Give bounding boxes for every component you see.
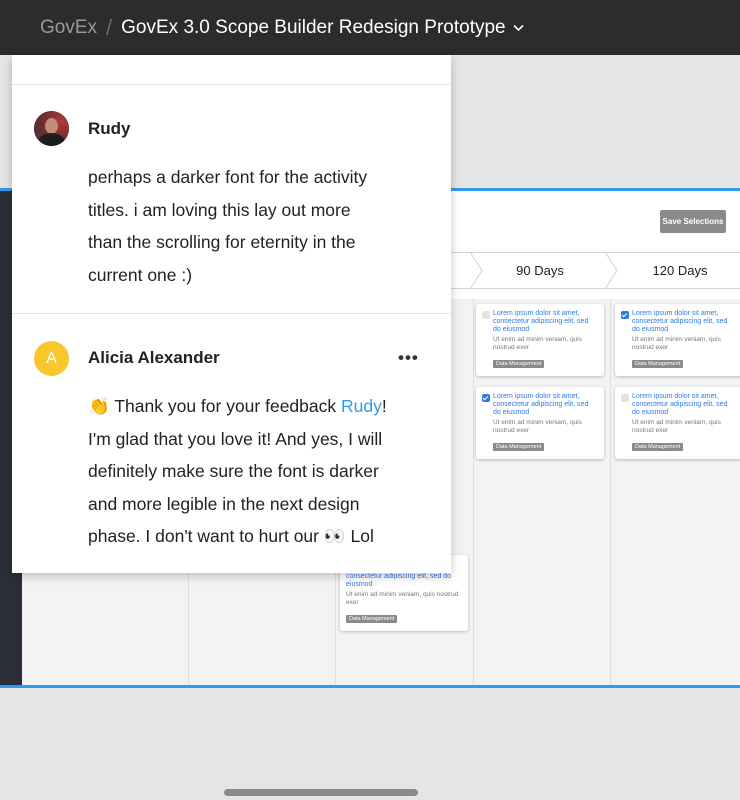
comment-text: 👏 Thank you for your feedback Rudy! I'm … xyxy=(88,396,387,546)
breadcrumb-team[interactable]: GovEx xyxy=(40,17,97,39)
comment-author: Rudy xyxy=(88,119,131,138)
card-tag: Data Management xyxy=(493,443,545,451)
card-tag: Data Management xyxy=(493,360,545,368)
card-tag: Data Management xyxy=(632,360,684,368)
activity-card[interactable]: Lorem ipsum dolor sit amet, consectetur … xyxy=(615,304,740,376)
card-title: Lorem ipsum dolor sit amet, consectetur … xyxy=(632,393,728,416)
card-checkbox-checked[interactable] xyxy=(482,394,490,402)
save-selections-button[interactable]: Save Selections xyxy=(660,210,726,233)
card-title: Lorem ipsum dolor sit amet, consectetur … xyxy=(493,310,589,333)
breadcrumb-project-title[interactable]: GovEx 3.0 Scope Builder Redesign Prototy… xyxy=(121,17,505,39)
column-divider xyxy=(610,299,611,685)
activity-card[interactable]: Lorem ipsum dolor sit amet, consectetur … xyxy=(476,387,604,459)
user-mention[interactable]: Rudy xyxy=(341,396,382,416)
chevron-down-icon[interactable] xyxy=(513,20,524,35)
activity-card[interactable]: Lorem ipsum dolor sit amet, consectetur … xyxy=(615,387,740,459)
clapping-hands-emoji: 👏 xyxy=(88,396,110,416)
card-checkbox[interactable] xyxy=(621,394,629,402)
comment-divider xyxy=(12,313,451,314)
card-tag: Data Management xyxy=(632,443,684,451)
card-tag: Data Management xyxy=(346,615,398,623)
card-description: Ut enim ad minim veniam, quis nostrud ex… xyxy=(632,419,721,434)
breadcrumb-separator: / xyxy=(106,14,113,40)
card-title: consectetur adipiscing elit, sed do eius… xyxy=(346,573,452,588)
comments-panel: Rudy perhaps a darker font for the activ… xyxy=(12,55,451,573)
comment-text: perhaps a darker font for the activity t… xyxy=(88,167,368,285)
stage-120-days: 120 Days xyxy=(652,263,708,278)
card-title: Lorem ipsum dolor sit amet, consectetur … xyxy=(493,393,589,416)
card-description: Ut enim ad minim veniam, quis nostrud ex… xyxy=(632,336,721,351)
card-title: Lorem ipsum dolor sit amet, consectetur … xyxy=(632,310,728,333)
activity-card[interactable]: Lorem ipsum dolor sit amet, consectetur … xyxy=(476,304,604,376)
card-description: Ut enim ad minim veniam, quis nostrud ex… xyxy=(493,419,582,434)
avatar[interactable] xyxy=(34,111,69,146)
column-divider xyxy=(473,299,474,685)
comment-author: Alicia Alexander xyxy=(88,348,220,367)
card-description: Ut enim ad minim veniam, quis nostrud ex… xyxy=(346,591,459,606)
home-indicator xyxy=(224,789,418,796)
eyes-emoji: 👀 xyxy=(323,526,346,546)
more-options-icon[interactable]: ••• xyxy=(398,348,419,368)
comment-divider xyxy=(12,84,451,85)
card-checkbox-checked[interactable] xyxy=(621,311,629,319)
card-description: Ut enim ad minim veniam, quis nostrud ex… xyxy=(493,336,582,351)
avatar[interactable]: A xyxy=(34,341,69,376)
card-checkbox[interactable] xyxy=(482,311,490,319)
stage-90-days: 90 Days xyxy=(516,263,564,278)
top-bar: GovEx / GovEx 3.0 Scope Builder Redesign… xyxy=(0,0,740,55)
